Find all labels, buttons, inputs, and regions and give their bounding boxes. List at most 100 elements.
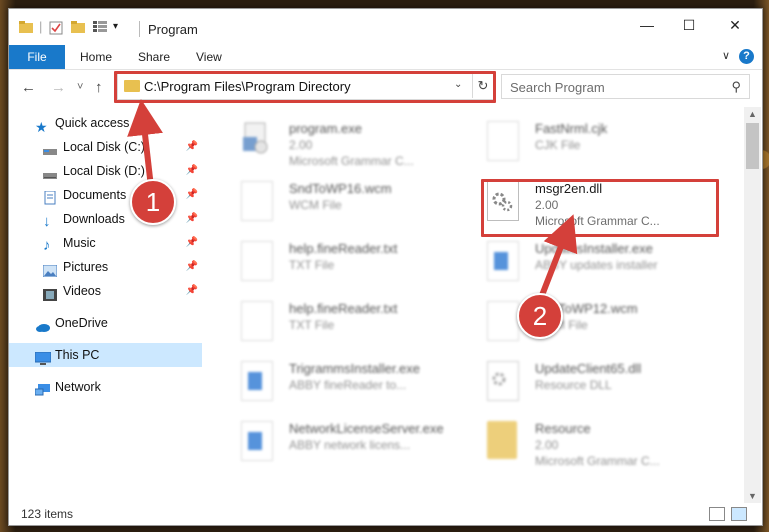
exe-icon (241, 421, 273, 461)
exe-icon (487, 241, 519, 281)
dll-gear-icon (487, 181, 519, 221)
exe-icon (241, 361, 273, 401)
list-item[interactable]: help.fineReader.txt TXT File (233, 295, 473, 351)
file-name: NetworkLicenseServer.exe (289, 421, 444, 436)
pin-icon[interactable]: 📌 (186, 159, 198, 183)
file-version: 2.00 (535, 438, 559, 452)
list-item[interactable]: SndToWP12.wcm WCM File (479, 295, 719, 351)
title-separator (139, 21, 140, 37)
customize-toolbar-chevron-icon[interactable]: ▾ (113, 21, 118, 32)
dll-gear-icon (487, 361, 519, 401)
documents-icon (43, 189, 57, 205)
tab-file[interactable]: File (9, 45, 65, 69)
properties-icon[interactable] (49, 21, 63, 38)
list-item[interactable]: SndToWP16.wcm WCM File (233, 175, 473, 231)
new-folder-icon[interactable] (71, 21, 85, 36)
file-description: Microsoft Grammar C... (289, 154, 414, 168)
file-name: SndToWP16.wcm (289, 181, 392, 196)
tab-home[interactable]: Home (80, 45, 112, 69)
pin-icon[interactable]: 📌 (186, 183, 198, 207)
refresh-icon[interactable]: ↻ (472, 74, 493, 98)
sidebar-item-label: Pictures (63, 260, 109, 274)
download-icon: ↓ (43, 213, 51, 230)
scrollbar-thumb[interactable] (746, 123, 759, 169)
sidebar-item-videos[interactable]: Videos 📌 (9, 279, 202, 303)
recent-locations-button[interactable]: ˅ (77, 81, 83, 93)
file-name: TrigrammsInstaller.exe (289, 361, 420, 376)
help-button[interactable]: ? (739, 49, 754, 64)
sidebar-item-label: Documents (63, 188, 127, 202)
document-icon (241, 181, 273, 221)
search-box[interactable]: Search Program ⚲ (501, 74, 750, 99)
sidebar-item-pictures[interactable]: Pictures 📌 (9, 255, 202, 279)
close-button[interactable]: ✕ (712, 9, 758, 41)
list-item[interactable]: program.exe 2.00 Microsoft Grammar C... (233, 115, 473, 171)
sidebar-item-onedrive[interactable]: OneDrive (9, 311, 202, 335)
status-bar: 123 items (9, 503, 762, 525)
callout-badge-2: 2 (517, 293, 563, 339)
pin-icon[interactable]: 📌 (186, 207, 198, 231)
vertical-scrollbar[interactable]: ▲ ▼ (744, 107, 761, 503)
folder-icon (487, 421, 517, 459)
tab-share[interactable]: Share (138, 45, 170, 69)
scroll-up-icon[interactable]: ▲ (744, 109, 761, 119)
list-item[interactable]: UpdateClient65.dll Resource DLL (479, 355, 719, 411)
tab-view[interactable]: View (196, 45, 222, 69)
sidebar-item-label: Network (55, 380, 101, 394)
address-path[interactable]: C:\Program Files\Program Directory (144, 79, 351, 94)
sidebar-item-quick-access[interactable]: ★ Quick access (9, 111, 202, 135)
list-item[interactable]: help.fineReader.txt TXT File (233, 235, 473, 291)
pin-icon[interactable]: 📌 (186, 231, 198, 255)
file-name: help.fineReader.txt (289, 241, 398, 256)
file-description: Microsoft Grammar C... (535, 454, 660, 468)
file-name: Resource (535, 421, 591, 436)
search-icon[interactable]: ⚲ (731, 79, 741, 95)
network-icon (34, 381, 50, 396)
up-button[interactable]: ↑ (95, 79, 103, 96)
sidebar-item-local-disk-c[interactable]: Local Disk (C:) 📌 (9, 135, 202, 159)
view-options-icon[interactable] (93, 21, 107, 36)
forward-button[interactable]: → (51, 79, 66, 96)
list-item[interactable]: TrigrammsInstaller.exe ABBY fineReader t… (233, 355, 473, 411)
sidebar-item-local-disk-d[interactable]: Local Disk (D:) 📌 (9, 159, 202, 183)
details-view-icon[interactable] (709, 507, 725, 521)
chevron-down-icon[interactable]: ⌄ (454, 79, 462, 90)
file-type: TXT File (289, 258, 335, 272)
navigation-pane: ★ Quick access Local Disk (C:) 📌 Local D… (9, 107, 202, 503)
file-description: ABBY updates installer (535, 258, 658, 272)
scroll-down-icon[interactable]: ▼ (744, 491, 761, 501)
pin-icon[interactable]: 📌 (186, 255, 198, 279)
maximize-button[interactable]: ☐ (666, 9, 712, 41)
list-item[interactable]: FastNrml.cjk CJK File (479, 115, 719, 171)
videos-icon (43, 285, 57, 301)
pin-icon[interactable]: 📌 (186, 279, 198, 303)
file-description: ABBY fineReader to... (289, 378, 407, 392)
sidebar-item-music[interactable]: ♪ Music 📌 (9, 231, 202, 255)
search-input[interactable]: Search Program (510, 80, 605, 95)
address-bar[interactable]: C:\Program Files\Program Directory ⌄ ↻ (117, 73, 495, 100)
minimize-button[interactable]: — (624, 9, 670, 41)
file-version: 2.00 (289, 138, 313, 152)
separator-icon: | (39, 19, 43, 34)
title-bar: | ▾ Program — ☐ ✕ (9, 9, 762, 43)
sidebar-item-label: Music (63, 236, 96, 250)
file-name: msgr2en.dll (535, 181, 603, 196)
setup-icon (241, 121, 271, 159)
pin-icon[interactable]: 📌 (186, 135, 198, 159)
cloud-icon (35, 317, 50, 332)
tiles-view-icon[interactable] (731, 507, 747, 521)
file-name: UpdateClient65.dll (535, 361, 642, 376)
sidebar-item-this-pc[interactable]: This PC (9, 343, 202, 367)
document-icon (241, 241, 273, 281)
list-item[interactable]: UpdatesInstaller.exe ABBY updates instal… (479, 235, 719, 291)
back-button[interactable]: ← (21, 79, 36, 96)
list-item[interactable]: NetworkLicenseServer.exe ABBY network li… (233, 415, 473, 471)
expand-ribbon-chevron-icon[interactable]: ∨ (722, 49, 730, 62)
sidebar-item-network[interactable]: Network (9, 375, 202, 399)
sidebar-item-label: Downloads (63, 212, 125, 226)
list-item-msgr2en-dll[interactable]: msgr2en.dll 2.00 Microsoft Grammar C... (479, 175, 719, 231)
item-count: 123 items (21, 507, 74, 521)
list-item[interactable]: Resource 2.00 Microsoft Grammar C... (479, 415, 719, 471)
file-name: help.fineReader.txt (289, 301, 398, 316)
file-explorer-window: | ▾ Program — ☐ ✕ File Home Share View ∨… (8, 8, 763, 526)
